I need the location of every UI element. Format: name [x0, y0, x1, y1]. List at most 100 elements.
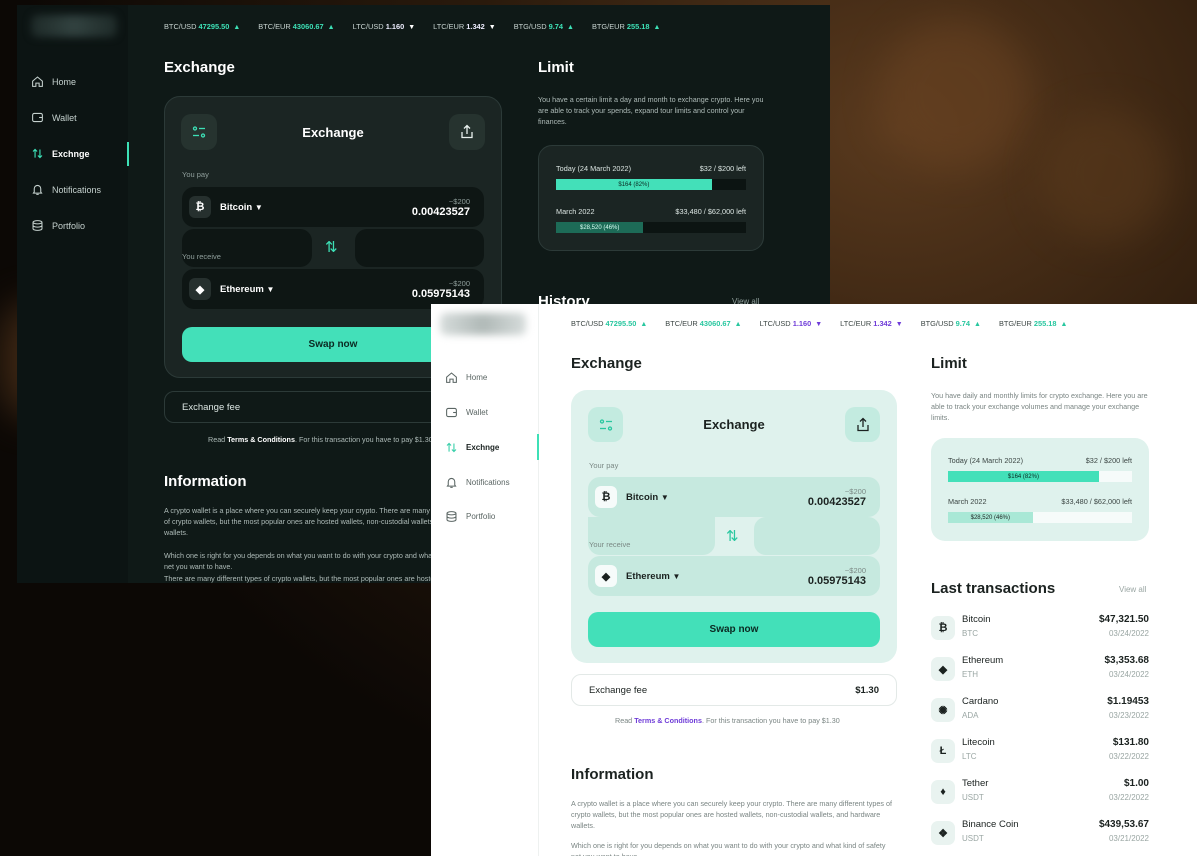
pay-coin-row[interactable]: ₿ Bitcoin ▼ ~$200 0.00423527 [182, 187, 484, 227]
receive-amount[interactable]: 0.05975143 [412, 288, 470, 300]
month-label: March 2022 [556, 207, 595, 216]
nav-item-home[interactable]: Home [31, 75, 76, 88]
ticker-value: 255.18 [1033, 319, 1057, 328]
share-icon [856, 417, 869, 431]
receive-amount[interactable]: 0.05975143 [808, 575, 866, 587]
nav-item-portfolio[interactable]: Portfolio [445, 510, 495, 523]
ticker-value: 1.160 [792, 319, 812, 328]
chevron-down-icon: ▼ [660, 492, 669, 502]
limit-heading: Limit [538, 59, 574, 76]
active-nav-indicator [127, 142, 129, 166]
nav-item-exchange[interactable]: Exchnge [445, 441, 499, 454]
bell-icon [32, 184, 43, 195]
nav-label: Exchnge [466, 443, 500, 452]
today-label: Today (24 March 2022) [556, 164, 632, 173]
swap-now-button[interactable]: Swap now [588, 612, 880, 647]
ticker-item: BTG/USD 9.74 ▲ [921, 319, 981, 328]
share-button[interactable] [845, 407, 880, 442]
limit-card: Today (24 March 2022) $32 / $200 left $16… [931, 438, 1149, 541]
nav-item-wallet[interactable]: Wallet [445, 406, 488, 419]
transaction-coin-symbol: ADA [962, 711, 979, 720]
transactions-view-all-link[interactable]: View all [1119, 585, 1146, 594]
nav-item-portfolio[interactable]: Portfolio [31, 219, 85, 232]
ticker-pair: BTG/USD [920, 319, 954, 328]
nav-label: Notifications [466, 478, 510, 487]
last-transactions-heading: Last transactions [931, 580, 1056, 597]
transaction-row[interactable]: ♦ Tether USDT $1.00 03/22/2022 [931, 775, 1149, 809]
pay-amount[interactable]: 0.00423527 [808, 496, 866, 508]
receive-coin-select[interactable]: Ethereum ▼ [220, 284, 274, 295]
receive-coin-row[interactable]: ◆ Ethereum ▼ ~$200 0.05975143 [182, 269, 484, 309]
pay-coin-select[interactable]: Bitcoin ▼ [626, 492, 669, 503]
pay-amount[interactable]: 0.00423527 [412, 206, 470, 218]
transaction-row[interactable]: ❖ Binance Coin USDT $439,53.67 03/21/2022 [931, 816, 1149, 850]
ticker-item: LTC/USD 1.160 ▼ [760, 319, 823, 328]
receive-values: ~$200 0.05975143 [808, 566, 866, 587]
terms-link[interactable]: Terms & Conditions [227, 435, 295, 444]
sidebar: Home Wallet Exchnge Notifications Portfo… [431, 304, 539, 856]
transaction-coin-name: Ethereum [962, 655, 1004, 666]
month-progress-fill: $28,520 (46%) [948, 512, 1033, 523]
up-triangle-icon: ▲ [974, 321, 981, 328]
share-button[interactable] [449, 114, 485, 150]
background-bokeh [880, 20, 1030, 170]
binance-icon: ❖ [931, 821, 955, 845]
swap-direction-icon[interactable]: ⇅ [726, 527, 739, 545]
transaction-amount: $131.80 [1112, 737, 1149, 748]
transaction-coin-symbol: USDT [962, 793, 984, 802]
terms-link[interactable]: Terms & Conditions [634, 716, 702, 725]
transaction-amount: $439,53.67 [1098, 819, 1149, 830]
exchange-arrows-icon [446, 442, 457, 453]
database-icon [446, 511, 457, 522]
receive-usd: ~$200 [844, 565, 866, 575]
info-paragraph: A crypto wallet is a place where you can… [571, 799, 892, 831]
terms-prefix: Read [615, 716, 633, 725]
nav-item-notifications[interactable]: Notifications [445, 476, 510, 489]
transaction-amount: $1.00 [1123, 778, 1149, 789]
nav-item-home[interactable]: Home [445, 371, 487, 384]
ticker-item: BTG/EUR 255.18 ▲ [999, 319, 1067, 328]
nav-label: Wallet [466, 408, 488, 417]
today-progress: $164 (82%) [556, 179, 746, 190]
swap-spacer-right [754, 517, 880, 555]
nav-item-exchange[interactable]: Exchnge [31, 147, 90, 160]
active-nav-indicator [537, 434, 539, 460]
transaction-row[interactable]: ✺ Cardano ADA $1.19453 03/23/2022 [931, 693, 1149, 727]
exchange-fee-box: Exchange fee $1.30 [571, 674, 897, 706]
transaction-date: 03/23/2022 [1108, 711, 1149, 720]
up-triangle-icon: ▲ [734, 321, 742, 328]
chevron-down-icon: ▼ [266, 284, 275, 294]
today-label: Today (24 March 2022) [948, 456, 1024, 465]
you-pay-label: You pay [182, 170, 209, 179]
swap-direction-icon[interactable]: ⇅ [325, 238, 338, 256]
fee-label: Exchange fee [182, 401, 241, 413]
nav-label: Notifications [52, 184, 102, 195]
receive-coin-select[interactable]: Ethereum ▼ [626, 571, 680, 582]
cardano-icon: ✺ [931, 698, 955, 722]
pay-usd: ~$200 [844, 486, 866, 496]
nav-label: Home [52, 76, 77, 87]
transaction-row[interactable]: ◆ Ethereum ETH $3,353.68 03/24/2022 [931, 652, 1149, 686]
today-limit-row: Today (24 March 2022) $32 / $200 left [948, 456, 1132, 465]
fee-label: Exchange fee [589, 684, 648, 696]
up-triangle-icon: ▲ [1060, 321, 1068, 328]
ticker-item: BTC/USD 47295.50 ▲ [164, 22, 240, 31]
transaction-date: 03/22/2022 [1108, 752, 1149, 761]
transaction-row[interactable]: ₿ Bitcoin BTC $47,321.50 03/24/2022 [931, 611, 1149, 645]
pay-coin-select[interactable]: Bitcoin ▼ [220, 202, 263, 213]
nav-item-notifications[interactable]: Notifications [31, 183, 101, 196]
swap-spacer-left [588, 517, 715, 555]
month-left: $33,480 / $62,000 left [675, 207, 746, 216]
receive-coin-row[interactable]: ◆ Ethereum ▼ ~$200 0.05975143 [588, 556, 880, 596]
pay-coin-row[interactable]: ₿ Bitcoin ▼ ~$200 0.00423527 [588, 477, 880, 517]
wallet-icon [32, 112, 43, 123]
nav-item-wallet[interactable]: Wallet [31, 111, 77, 124]
up-triangle-icon: ▲ [653, 24, 661, 31]
nav-label: Portfolio [466, 512, 496, 521]
month-progress-fill: $28,520 (46%) [556, 222, 644, 233]
month-label: March 2022 [948, 497, 987, 506]
receive-values: ~$200 0.05975143 [412, 279, 470, 300]
exchange-heading: Exchange [571, 355, 642, 372]
transaction-row[interactable]: Ł Litecoin LTC $131.80 03/22/2022 [931, 734, 1149, 768]
transaction-amount: $3,353.68 [1104, 655, 1150, 666]
